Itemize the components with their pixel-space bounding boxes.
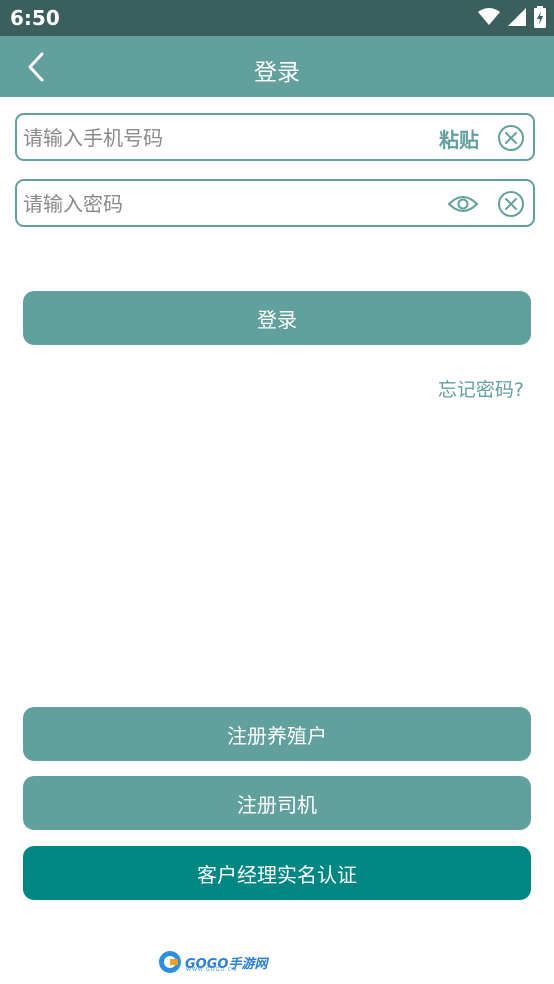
app-bar: 登录 [0,36,554,97]
status-bar: 6:50 [0,0,554,36]
password-input[interactable] [21,187,435,221]
paste-button[interactable]: 粘贴 [439,124,479,153]
clear-circle-icon [498,191,524,217]
wifi-icon [478,8,500,25]
battery-charging-icon [534,6,546,28]
gogo-logo-icon [159,951,181,973]
clear-circle-icon [498,125,524,151]
page-title: 登录 [254,60,300,86]
forgot-password-link[interactable]: 忘记密码? [438,375,524,402]
register-farmer-button[interactable]: 注册养殖户 [23,707,531,761]
eye-icon [447,196,479,212]
password-field [15,179,535,227]
status-icons [478,6,546,28]
phone-field: 粘贴 [15,113,535,161]
register-driver-button[interactable]: 注册司机 [23,776,531,830]
password-visibility-toggle[interactable] [447,190,479,218]
phone-clear-button[interactable] [497,124,525,152]
status-time: 6:50 [10,6,60,30]
watermark-subtext: WWW.GOGO.CN [186,967,238,973]
login-button[interactable]: 登录 [23,291,531,345]
watermark-logo: GOGO手游网 WWW.GOGO.CN [158,948,267,976]
signal-icon [508,8,526,26]
manager-verification-button[interactable]: 客户经理实名认证 [23,846,531,900]
phone-input[interactable] [21,121,425,155]
password-clear-button[interactable] [497,190,525,218]
